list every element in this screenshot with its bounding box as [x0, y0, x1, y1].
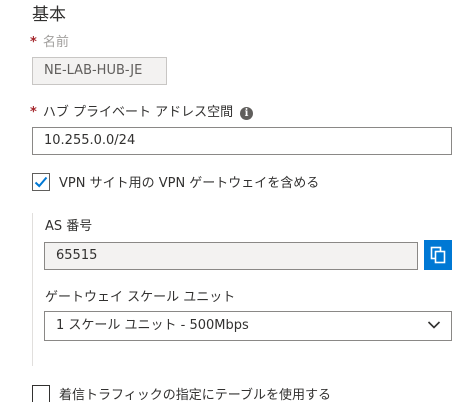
as-number-label: AS 番号 [45, 219, 93, 234]
info-icon[interactable]: i [240, 106, 254, 120]
route-table-label: 着信トラフィックの指定にテーブルを使用する [59, 388, 331, 402]
copy-icon [430, 246, 446, 264]
as-number-field: 65515 [44, 242, 418, 270]
vpn-gateway-label: VPN サイト用の VPN ゲートウェイを含める [59, 176, 320, 191]
checkmark-icon [34, 176, 48, 187]
address-space-input[interactable]: 10.255.0.0/24 [32, 127, 452, 155]
address-space-label-text: ハブ プライベート アドレス空間 [42, 105, 234, 120]
scale-unit-label: ゲートウェイ スケール ユニット [45, 290, 236, 305]
scale-unit-selected: 1 スケール ユニット - 500Mbps [56, 318, 249, 333]
section-title: 基本 [32, 5, 66, 25]
chevron-down-icon [427, 321, 441, 329]
vpn-gateway-checkbox[interactable] [32, 172, 50, 191]
scale-unit-dropdown[interactable]: 1 スケール ユニット - 500Mbps [44, 311, 452, 341]
address-space-label: * ハブ プライベート アドレス空間 i [30, 104, 254, 122]
required-asterisk: * [30, 105, 37, 120]
copy-button[interactable] [424, 240, 452, 270]
name-label-text: 名前 [42, 35, 69, 50]
required-asterisk: * [30, 35, 37, 50]
indent-divider [32, 213, 33, 366]
hub-basics-form: 基本 * 名前 NE-LAB-HUB-JE * ハブ プライベート アドレス空間… [0, 0, 474, 402]
name-field: NE-LAB-HUB-JE [32, 57, 167, 85]
name-label: * 名前 [30, 34, 69, 52]
route-table-checkbox[interactable] [32, 384, 50, 402]
vpn-gateway-checkbox-row[interactable]: VPN サイト用の VPN ゲートウェイを含める [32, 172, 319, 191]
route-table-checkbox-row[interactable]: 着信トラフィックの指定にテーブルを使用する [32, 384, 331, 402]
